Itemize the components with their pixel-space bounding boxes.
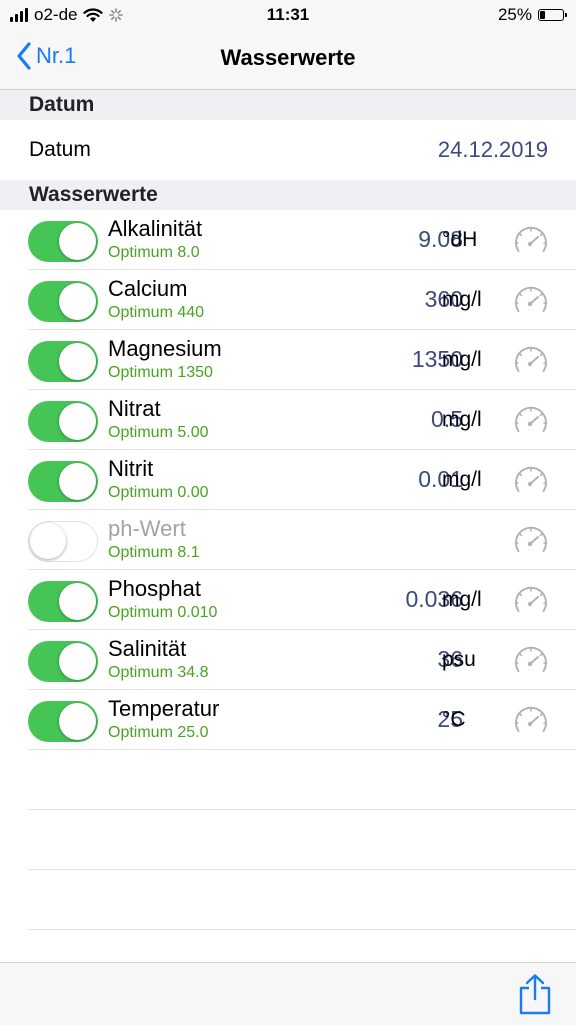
- parameter-name: Phosphat: [108, 576, 201, 601]
- parameter-optimum: Optimum 1350: [108, 364, 213, 381]
- water-value-row[interactable]: Calcium Optimum 440 360 mg/l: [28, 270, 576, 330]
- bottom-toolbar: [0, 962, 576, 1025]
- water-value-row[interactable]: Temperatur Optimum 25.0 25 °C: [28, 690, 576, 750]
- date-value[interactable]: 24.12.2019: [438, 137, 548, 163]
- gauge-icon[interactable]: [512, 223, 550, 257]
- parameter-name: Magnesium: [108, 336, 222, 361]
- parameter-unit: °dH: [442, 228, 478, 251]
- parameter-optimum: Optimum 34.8: [108, 664, 209, 681]
- parameter-unit: psu: [442, 648, 476, 671]
- date-row[interactable]: Datum 24.12.2019: [0, 120, 576, 180]
- share-icon[interactable]: [518, 973, 552, 1015]
- toggle-knob: [59, 583, 96, 620]
- section-header-label: Datum: [29, 93, 95, 116]
- parameter-unit: mg/l: [442, 348, 482, 371]
- parameter-optimum: Optimum 25.0: [108, 724, 209, 741]
- parameter-unit: mg/l: [442, 288, 482, 311]
- gauge-icon[interactable]: [512, 703, 550, 737]
- enable-toggle[interactable]: [28, 701, 98, 742]
- parameter-unit: °C: [442, 708, 466, 731]
- parameter-name: Nitrat: [108, 396, 161, 421]
- status-bar: o2-de 11:31 25%: [0, 0, 576, 30]
- enable-toggle[interactable]: [28, 221, 98, 262]
- toggle-knob: [59, 703, 96, 740]
- parameter-name: Alkalinität: [108, 216, 203, 241]
- enable-toggle[interactable]: [28, 521, 98, 562]
- clock: 11:31: [266, 5, 310, 24]
- battery-percent: 25%: [497, 5, 532, 24]
- parameter-unit: mg/l: [442, 588, 482, 611]
- water-value-row[interactable]: Phosphat Optimum 0.010 0.036 mg/l: [28, 570, 576, 630]
- gauge-icon[interactable]: [512, 283, 550, 317]
- enable-toggle[interactable]: [28, 401, 98, 442]
- water-value-row[interactable]: ph-Wert Optimum 8.1: [28, 510, 576, 570]
- section-header-datum: Datum: [0, 90, 576, 120]
- empty-row-separator: [28, 869, 576, 870]
- empty-row-separator: [28, 929, 576, 930]
- enable-toggle[interactable]: [28, 281, 98, 322]
- water-value-row[interactable]: Salinität Optimum 34.8 36 psu: [28, 630, 576, 690]
- gauge-icon[interactable]: [512, 583, 550, 617]
- parameter-name: Nitrit: [108, 456, 154, 481]
- gauge-icon[interactable]: [512, 523, 550, 557]
- enable-toggle[interactable]: [28, 581, 98, 622]
- parameter-optimum: Optimum 5.00: [108, 424, 209, 441]
- parameter-name: Temperatur: [108, 696, 220, 721]
- toggle-knob: [59, 223, 96, 260]
- parameter-name: ph-Wert: [108, 516, 186, 541]
- parameter-unit: mg/l: [442, 408, 482, 431]
- toggle-knob: [59, 643, 96, 680]
- toggle-knob: [30, 523, 66, 559]
- section-header-label: Wasserwerte: [29, 183, 158, 206]
- water-values-list: Alkalinität Optimum 8.0 9.08 °dH Calcium…: [0, 210, 576, 750]
- toggle-knob: [59, 463, 96, 500]
- page-title: Wasserwerte: [220, 45, 356, 70]
- gauge-icon[interactable]: [512, 343, 550, 377]
- section-header-wasserwerte: Wasserwerte: [0, 180, 576, 210]
- gauge-icon[interactable]: [512, 643, 550, 677]
- gauge-icon[interactable]: [512, 403, 550, 437]
- toggle-knob: [59, 283, 96, 320]
- parameter-optimum: Optimum 0.010: [108, 604, 218, 621]
- enable-toggle[interactable]: [28, 461, 98, 502]
- parameter-optimum: Optimum 8.0: [108, 244, 200, 261]
- parameter-unit: mg/l: [442, 468, 482, 491]
- parameter-name: Calcium: [108, 276, 188, 301]
- gauge-icon[interactable]: [512, 463, 550, 497]
- parameter-optimum: Optimum 8.1: [108, 544, 200, 561]
- water-value-row[interactable]: Nitrit Optimum 0.00 0.01 mg/l: [28, 450, 576, 510]
- parameter-optimum: Optimum 0.00: [108, 484, 209, 501]
- water-value-row[interactable]: Magnesium Optimum 1350 1350 mg/l: [28, 330, 576, 390]
- water-value-row[interactable]: Alkalinität Optimum 8.0 9.08 °dH: [28, 210, 576, 270]
- parameter-optimum: Optimum 440: [108, 304, 205, 321]
- status-right: 25%: [497, 5, 567, 25]
- date-label: Datum: [29, 138, 91, 161]
- empty-row-separator: [28, 809, 576, 810]
- parameter-name: Salinität: [108, 636, 187, 661]
- enable-toggle[interactable]: [28, 641, 98, 682]
- water-value-row[interactable]: Nitrat Optimum 5.00 0.5 mg/l: [28, 390, 576, 450]
- toggle-knob: [59, 343, 96, 380]
- navigation-bar: Nr.1 Wasserwerte: [0, 30, 576, 90]
- battery-icon: [538, 9, 567, 21]
- enable-toggle[interactable]: [28, 341, 98, 382]
- toggle-knob: [59, 403, 96, 440]
